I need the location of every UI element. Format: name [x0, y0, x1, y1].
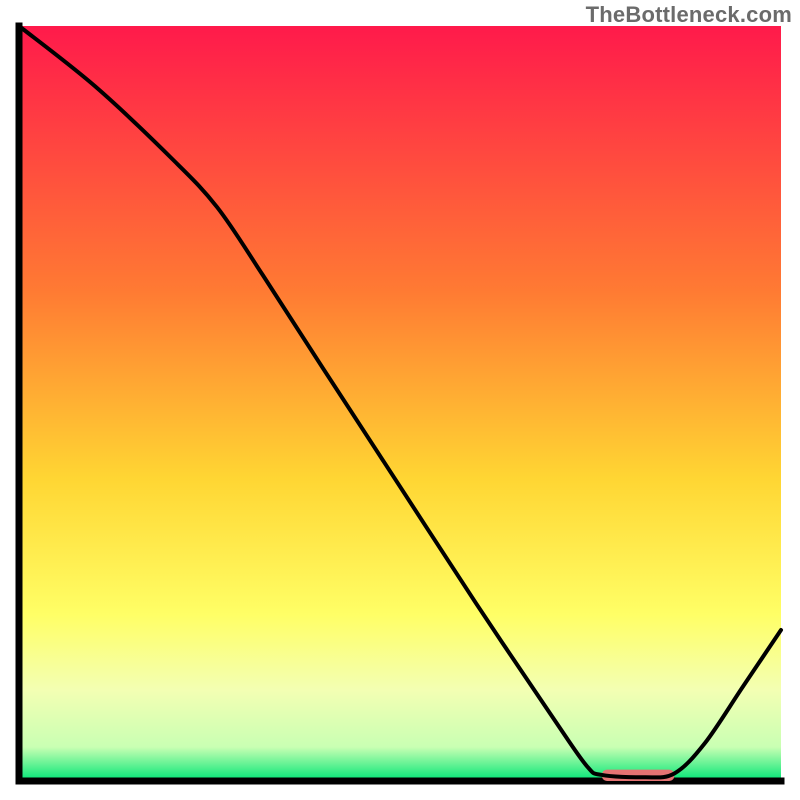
- chart-svg: [0, 0, 800, 800]
- chart-container: TheBottleneck.com: [0, 0, 800, 800]
- watermark-text: TheBottleneck.com: [586, 2, 792, 28]
- plot-background: [19, 26, 781, 781]
